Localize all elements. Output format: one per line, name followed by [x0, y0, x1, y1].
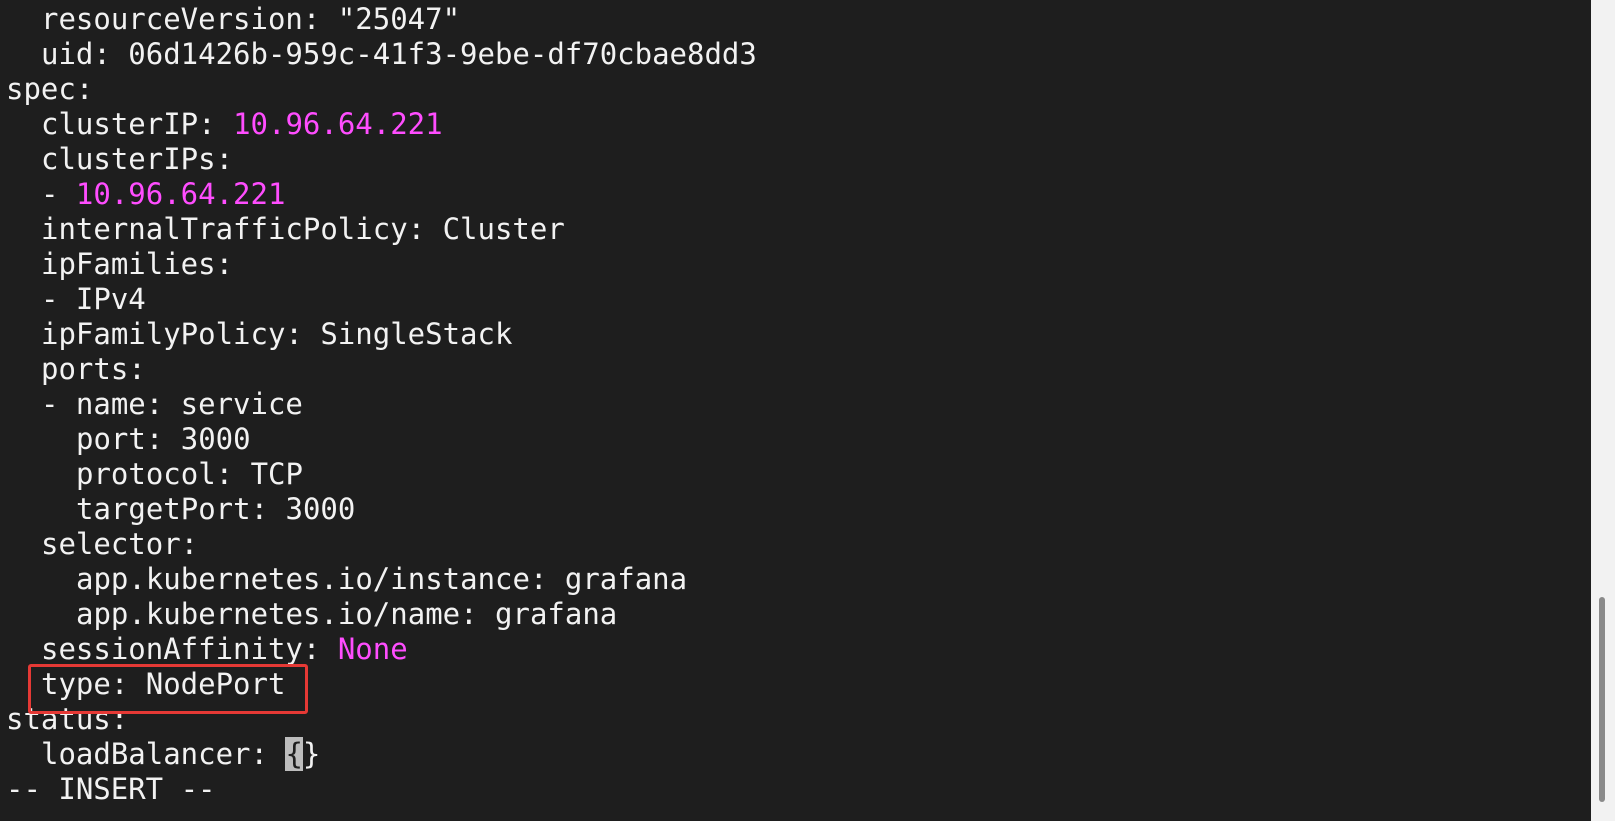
cluster-ips-item-value: 10.96.64.221: [75, 177, 286, 211]
cluster-ip-value: 10.96.64.221: [233, 107, 443, 141]
vertical-scrollbar[interactable]: [1591, 0, 1615, 821]
line-selector: selector:: [41, 527, 199, 561]
text-cursor[interactable]: {: [285, 737, 303, 771]
type-nodeport-annotation-box: [28, 664, 308, 714]
line-ports: ports:: [41, 352, 146, 386]
line-ip-families: ipFamilies:: [41, 247, 234, 281]
line-ip-family-policy: ipFamilyPolicy: SingleStack: [41, 317, 513, 351]
line-protocol: protocol: TCP: [76, 457, 303, 491]
terminal-window[interactable]: resourceVersion: "25047" uid: 06d1426b-9…: [0, 0, 1615, 821]
line-uid: uid: 06d1426b-959c-41f3-9ebe-df70cbae8dd…: [41, 37, 757, 71]
line-internal-traffic-policy: internalTrafficPolicy: Cluster: [41, 212, 565, 246]
cluster-ips-dash: -: [41, 177, 76, 211]
session-affinity-value: None: [337, 632, 408, 666]
line-selector-name: app.kubernetes.io/name: grafana: [76, 597, 618, 631]
line-cluster-ips: clusterIPs:: [41, 142, 234, 176]
line-load-balancer: loadBalancer: {}: [6, 737, 1589, 772]
line-port-name: - name: service: [41, 387, 303, 421]
line-ip-families-item: - IPv4: [41, 282, 146, 316]
line-selector-instance: app.kubernetes.io/instance: grafana: [76, 562, 688, 596]
load-balancer-key: loadBalancer:: [41, 737, 286, 771]
line-session-affinity: sessionAffinity: None: [6, 632, 1589, 667]
session-affinity-key: sessionAffinity:: [41, 632, 338, 666]
line-spec: spec:: [6, 72, 94, 106]
scrollbar-thumb[interactable]: [1599, 597, 1605, 802]
cluster-ip-key: clusterIP:: [41, 107, 234, 141]
line-resource-version: resourceVersion: "25047": [41, 2, 461, 36]
load-balancer-close-brace: }: [302, 737, 321, 771]
line-port: port: 3000: [76, 422, 251, 456]
vim-mode-indicator: -- INSERT --: [6, 772, 216, 806]
line-target-port: targetPort: 3000: [76, 492, 356, 526]
line-cluster-ips-item: - 10.96.64.221: [6, 177, 1589, 212]
line-cluster-ip: clusterIP: 10.96.64.221: [6, 107, 1589, 142]
